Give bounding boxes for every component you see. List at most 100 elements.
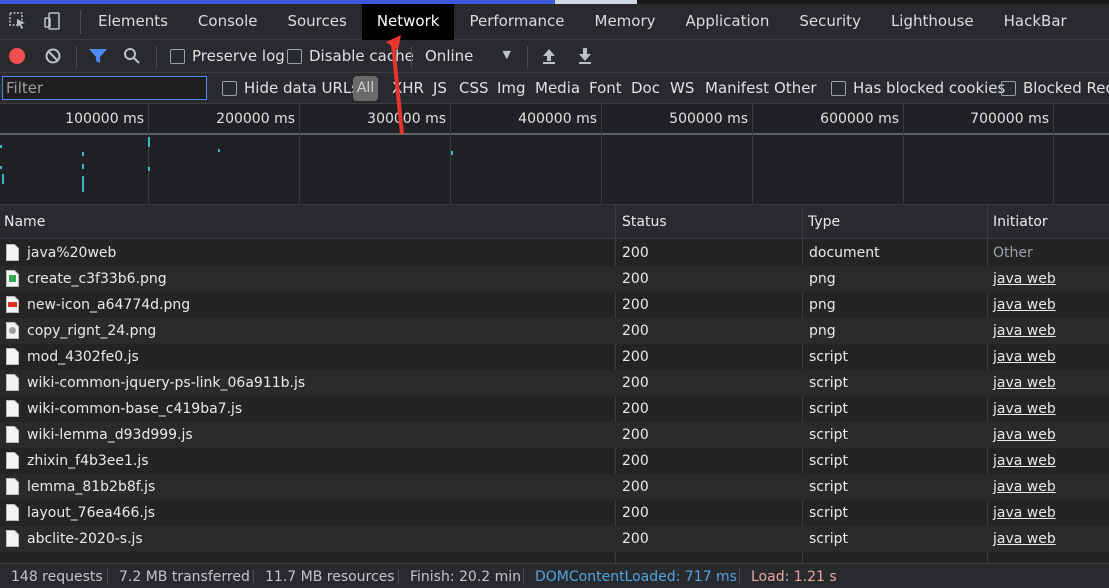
- overview-grid-line: [601, 104, 602, 205]
- transferred-size: 7.2 MB transferred: [119, 569, 250, 585]
- status-separator: [253, 569, 254, 585]
- filter-type-other[interactable]: Other: [774, 77, 817, 99]
- image-icon: [6, 296, 19, 313]
- blocked-requests-checkbox[interactable]: Blocked Requests: [1001, 77, 1109, 99]
- filter-type-xhr[interactable]: XHR: [392, 77, 424, 99]
- filter-type-img[interactable]: Img: [497, 77, 526, 99]
- record-icon: [9, 48, 25, 64]
- request-type: script: [809, 531, 849, 547]
- filter-type-doc[interactable]: Doc: [631, 77, 660, 99]
- tab-elements[interactable]: Elements: [83, 4, 183, 40]
- request-initiator[interactable]: java web: [993, 370, 1056, 396]
- tab-console[interactable]: Console: [183, 4, 273, 40]
- import-har-button[interactable]: [541, 45, 557, 67]
- network-overview[interactable]: 100000 ms 200000 ms 300000 ms 400000 ms 5000…: [0, 104, 1109, 205]
- load-time: Load: 1.21 s: [751, 569, 837, 585]
- filter-all-button[interactable]: All: [353, 76, 378, 101]
- network-toolbar: Preserve log Disable cache Online ▼: [0, 40, 1109, 73]
- table-row[interactable]: layout_76ea466.js 200 script java web: [0, 500, 1109, 526]
- devtools-dock-icons: [8, 11, 62, 33]
- throttling-select[interactable]: Online ▼: [425, 45, 517, 67]
- request-initiator[interactable]: java web: [993, 474, 1056, 500]
- filter-type-media[interactable]: Media: [535, 77, 580, 99]
- overview-tick-label: 700000 ms: [970, 111, 1049, 127]
- tab-security[interactable]: Security: [784, 4, 876, 40]
- request-type: script: [809, 349, 849, 365]
- document-icon: [6, 426, 19, 443]
- request-type: script: [809, 427, 849, 443]
- column-header-initiator[interactable]: Initiator: [989, 205, 1048, 239]
- table-row[interactable]: copy_rignt_24.png 200 png java web: [0, 318, 1109, 344]
- request-initiator[interactable]: java web: [993, 266, 1056, 292]
- request-name: java%20web: [27, 245, 117, 261]
- blocked-requests-label: Blocked Requests: [1023, 79, 1109, 97]
- record-button[interactable]: [9, 45, 25, 67]
- request-initiator[interactable]: java web: [993, 526, 1056, 552]
- table-row[interactable]: lemma_81b2b8f.js 200 script java web: [0, 474, 1109, 500]
- has-blocked-cookies-checkbox[interactable]: Has blocked cookies: [831, 77, 1005, 99]
- overview-request-mark: [451, 151, 453, 155]
- request-initiator[interactable]: java web: [993, 422, 1056, 448]
- document-icon: [6, 452, 19, 469]
- overview-tick-label: 500000 ms: [669, 111, 748, 127]
- table-row[interactable]: wiki-lemma_d93d999.js 200 script java web: [0, 422, 1109, 448]
- filter-input[interactable]: [2, 76, 207, 100]
- chevron-down-icon: ▼: [502, 48, 511, 61]
- status-separator: [398, 569, 399, 585]
- column-header-name[interactable]: Name: [0, 205, 45, 239]
- clear-button[interactable]: [44, 45, 62, 67]
- table-row[interactable]: wiki-common-jquery-ps-link_06a911b.js 200…: [0, 370, 1109, 396]
- checkbox-box: [222, 80, 237, 96]
- disable-cache-checkbox[interactable]: Disable cache: [287, 45, 414, 67]
- image-icon: [6, 270, 19, 287]
- tab-performance[interactable]: Performance: [454, 4, 579, 40]
- export-har-button[interactable]: [577, 45, 593, 67]
- overview-grid-line: [903, 104, 904, 205]
- filter-type-font[interactable]: Font: [589, 77, 622, 99]
- column-header-type[interactable]: Type: [804, 205, 840, 239]
- table-row[interactable]: wiki-common-base_c419ba7.js 200 script java…: [0, 396, 1109, 422]
- overview-tick-label: 600000 ms: [820, 111, 899, 127]
- column-header-status[interactable]: Status: [618, 205, 667, 239]
- upload-icon: [543, 49, 555, 64]
- tab-sources[interactable]: Sources: [272, 4, 361, 40]
- request-initiator[interactable]: java web: [993, 396, 1056, 422]
- request-initiator[interactable]: java web: [993, 344, 1056, 370]
- filter-type-css[interactable]: CSS: [459, 77, 489, 99]
- tab-application[interactable]: Application: [671, 4, 785, 40]
- filter-toggle-button[interactable]: [88, 45, 108, 67]
- tab-hackbar[interactable]: HackBar: [989, 4, 1082, 40]
- table-row[interactable]: new-icon_a64774d.png 200 png java web: [0, 292, 1109, 318]
- request-initiator[interactable]: java web: [993, 448, 1056, 474]
- overview-tick-label: 400000 ms: [518, 111, 597, 127]
- request-initiator[interactable]: java web: [993, 318, 1056, 344]
- table-row[interactable]: java%20web 200 document Other: [0, 240, 1109, 266]
- hide-data-urls-checkbox[interactable]: Hide data URLs: [222, 77, 359, 99]
- tabbar-separator: [80, 10, 81, 34]
- table-row[interactable]: zhixin_f4b3ee1.js 200 script java web: [0, 448, 1109, 474]
- request-initiator[interactable]: java web: [993, 292, 1056, 318]
- preserve-log-checkbox[interactable]: Preserve log: [170, 45, 285, 67]
- filter-type-ws[interactable]: WS: [670, 77, 694, 99]
- requests-count: 148 requests: [11, 569, 103, 585]
- checkbox-box: [831, 80, 846, 96]
- request-status: 200: [622, 479, 649, 495]
- request-status: 200: [622, 401, 649, 417]
- document-icon: [6, 478, 19, 495]
- search-button[interactable]: [123, 45, 141, 67]
- tab-lighthouse[interactable]: Lighthouse: [876, 4, 989, 40]
- table-row[interactable]: create_c3f33b6.png 200 png java web: [0, 266, 1109, 292]
- filter-type-manifest[interactable]: Manifest: [705, 77, 769, 99]
- request-name: lemma_81b2b8f.js: [27, 479, 156, 495]
- request-initiator[interactable]: java web: [993, 500, 1056, 526]
- table-row[interactable]: mod_4302fe0.js 200 script java web: [0, 344, 1109, 370]
- inspect-element-icon[interactable]: [8, 11, 28, 31]
- table-row[interactable]: abclite-2020-s.js 200 script java web: [0, 526, 1109, 552]
- device-toolbar-icon[interactable]: [42, 11, 62, 31]
- overview-request-mark: [218, 149, 220, 152]
- filter-type-js[interactable]: JS: [433, 77, 447, 99]
- tab-memory[interactable]: Memory: [580, 4, 671, 40]
- overview-tick-label: 100000 ms: [65, 111, 144, 127]
- document-icon: [6, 244, 19, 261]
- tab-network[interactable]: Network: [361, 4, 455, 40]
